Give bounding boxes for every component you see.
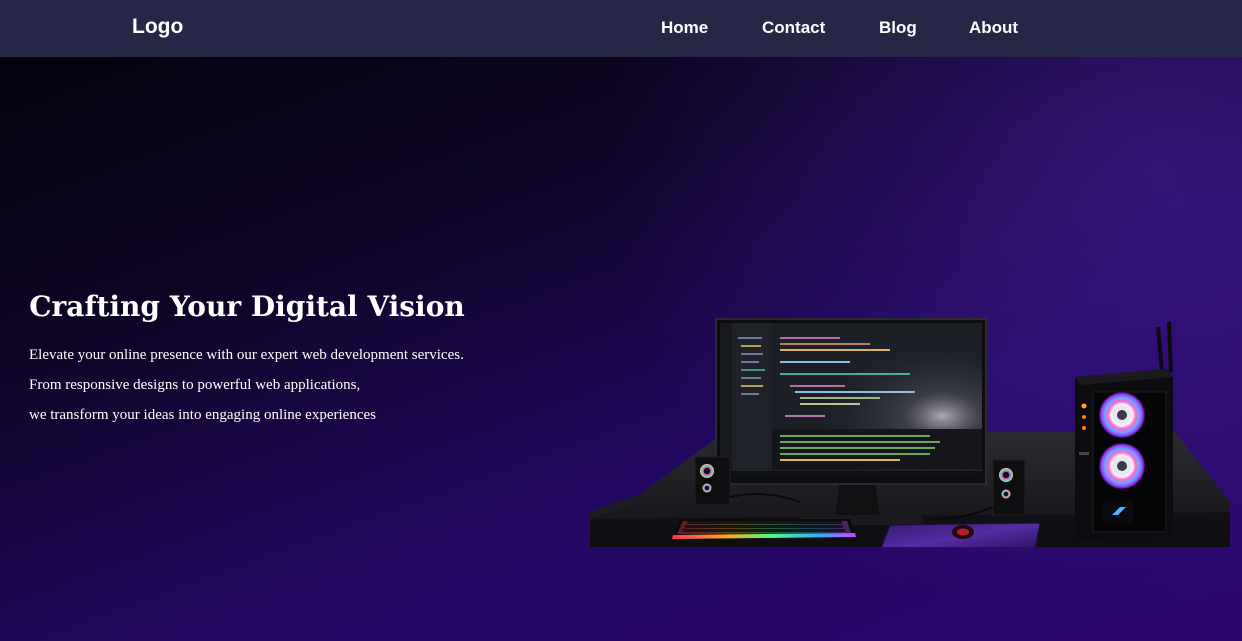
logo[interactable]: Logo [132,15,183,39]
nav-home-link[interactable]: Home [661,18,708,38]
hero-text-line-3: we transform your ideas into engaging on… [29,407,376,423]
hero-section: Crafting Your Digital Vision Elevate you… [0,57,1242,641]
hero-text-line-2: From responsive designs to powerful web … [29,377,361,393]
nav-contact-link[interactable]: Contact [762,18,825,38]
navbar: Logo Home Contact Blog About [0,0,1242,57]
hero-title: Crafting Your Digital Vision [29,290,465,323]
nav-about-link[interactable]: About [969,18,1018,38]
nav-blog-link[interactable]: Blog [879,18,917,38]
desk-setup-illustration [590,318,1230,547]
hero-text-line-1: Elevate your online presence with our ex… [29,347,464,363]
